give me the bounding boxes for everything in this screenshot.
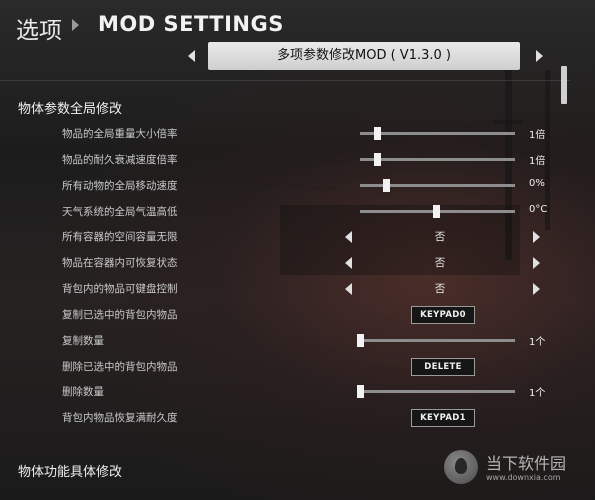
breadcrumb-options[interactable]: 选项	[16, 11, 62, 45]
setting-slider[interactable]	[360, 179, 515, 192]
section-title-specific: 物体功能具体修改	[18, 465, 123, 480]
setting-slider[interactable]	[360, 205, 515, 218]
setting-label: 删除已选中的背包内物品	[62, 361, 178, 373]
setting-label: 天气系统的全局气温高低	[62, 206, 178, 218]
setting-label: 复制已选中的背包内物品	[62, 309, 178, 321]
setting-row: 复制数量 1个	[0, 330, 560, 352]
setting-slider[interactable]	[360, 127, 515, 140]
setting-row: 删除数量 1个	[0, 381, 560, 403]
setting-row: 背包内物品恢复满耐久度 KEYPAD1	[0, 407, 560, 429]
scrollbar-thumb[interactable]	[561, 66, 567, 104]
header-divider	[0, 80, 570, 81]
setting-row: 所有容器的空间容量无限 否	[0, 226, 560, 248]
setting-value: 1倍	[529, 156, 546, 167]
selector-next-arrow-icon[interactable]	[533, 283, 540, 295]
watermark: 当下软件园 www.downxia.com	[440, 446, 590, 492]
keybind-button[interactable]: KEYPAD0	[411, 306, 475, 324]
setting-label: 所有容器的空间容量无限	[62, 231, 178, 243]
selector-prev-arrow-icon[interactable]	[345, 257, 352, 269]
scrollbar[interactable]	[561, 66, 567, 496]
setting-row: 物品在容器内可恢复状态 否	[0, 252, 560, 274]
slider-thumb[interactable]	[357, 385, 364, 398]
setting-label: 背包内的物品可键盘控制	[62, 283, 178, 295]
slider-thumb[interactable]	[374, 127, 382, 140]
setting-label: 物品在容器内可恢复状态	[62, 257, 178, 269]
setting-row: 物品的全局重量大小倍率 1倍	[0, 123, 560, 145]
setting-label: 所有动物的全局移动速度	[62, 180, 178, 192]
setting-label: 物品的耐久衰减速度倍率	[62, 154, 178, 166]
slider-thumb[interactable]	[357, 334, 364, 347]
setting-label: 背包内物品恢复满耐久度	[62, 412, 178, 424]
slider-thumb[interactable]	[374, 153, 382, 166]
keybind-button[interactable]: KEYPAD1	[411, 409, 475, 427]
selector-prev-arrow-icon[interactable]	[345, 231, 352, 243]
mod-name-field[interactable]: 多项参数修改MOD ( V1.3.0 )	[208, 42, 520, 70]
setting-value: 1个	[529, 337, 546, 348]
setting-row: 所有动物的全局移动速度 0%	[0, 175, 560, 197]
setting-value: 0°C	[529, 204, 548, 215]
selector-next-arrow-icon[interactable]	[533, 231, 540, 243]
watermark-text: 当下软件园	[486, 454, 567, 473]
selector-value: 否	[434, 283, 446, 295]
keybind-button[interactable]: DELETE	[411, 358, 475, 376]
setting-row: 物品的耐久衰减速度倍率 1倍	[0, 149, 560, 171]
mod-next-arrow-icon[interactable]	[536, 50, 543, 62]
setting-row: 天气系统的全局气温高低 0°C	[0, 201, 560, 223]
setting-slider[interactable]	[357, 334, 515, 347]
setting-label: 物品的全局重量大小倍率	[62, 128, 178, 140]
selector-next-arrow-icon[interactable]	[533, 257, 540, 269]
selector-prev-arrow-icon[interactable]	[345, 283, 352, 295]
setting-label: 复制数量	[62, 335, 104, 347]
setting-slider[interactable]	[357, 385, 515, 398]
slider-thumb[interactable]	[432, 205, 440, 218]
setting-label: 删除数量	[62, 386, 104, 398]
setting-slider[interactable]	[360, 153, 515, 166]
slider-thumb[interactable]	[383, 179, 391, 192]
selector-value: 否	[434, 257, 446, 269]
mod-prev-arrow-icon[interactable]	[188, 50, 195, 62]
section-title-global: 物体参数全局修改	[18, 102, 123, 117]
mod-selector: 多项参数修改MOD ( V1.3.0 )	[186, 42, 548, 70]
selector-value: 否	[434, 231, 446, 243]
page-title: MOD SETTINGS	[98, 12, 284, 36]
watermark-url: www.downxia.com	[486, 473, 561, 482]
breadcrumb-separator-icon	[72, 19, 79, 31]
setting-row: 背包内的物品可键盘控制 否	[0, 278, 560, 300]
setting-value: 1倍	[529, 130, 546, 141]
setting-row: 删除已选中的背包内物品 DELETE	[0, 356, 560, 378]
setting-value: 0%	[529, 178, 545, 189]
watermark-logo-icon	[444, 450, 478, 484]
setting-value: 1个	[529, 388, 546, 399]
setting-row: 复制已选中的背包内物品 KEYPAD0	[0, 304, 560, 326]
